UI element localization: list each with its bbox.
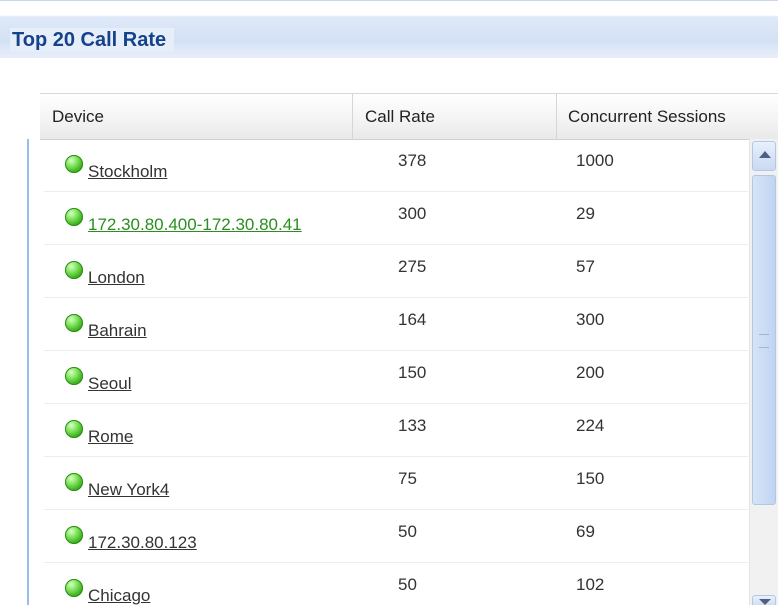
- device-link[interactable]: Rome: [88, 427, 133, 447]
- call-rate-value: 378: [398, 151, 427, 170]
- grid-header: Device Call Rate Concurrent Sessions: [40, 93, 778, 140]
- concurrent-sessions-value: 300: [576, 310, 605, 329]
- concurrent-sessions-value: 69: [576, 522, 595, 541]
- concurrent-sessions-value: 1000: [576, 151, 614, 170]
- device-link[interactable]: 172.30.80.123: [88, 533, 197, 553]
- call-rate-value: 164: [398, 310, 427, 329]
- scroll-down-button[interactable]: [752, 595, 776, 605]
- status-online-icon: [65, 579, 83, 597]
- status-online-icon: [65, 420, 83, 438]
- status-online-icon: [65, 261, 83, 279]
- table-row[interactable]: Seoul 150 200: [44, 351, 748, 404]
- call-rate-value: 133: [398, 416, 427, 435]
- status-online-icon: [65, 155, 83, 173]
- grid-left-border: [27, 139, 29, 605]
- column-header-call-rate[interactable]: Call Rate: [353, 94, 557, 139]
- table-row[interactable]: Chicago 50 102: [44, 563, 748, 605]
- table-row[interactable]: New York4 75 150: [44, 457, 748, 510]
- table-row[interactable]: London 275 57: [44, 245, 748, 298]
- call-rate-value: 300: [398, 204, 427, 223]
- status-online-icon: [65, 473, 83, 491]
- device-link[interactable]: London: [88, 268, 145, 288]
- scrollbar-thumb[interactable]: [752, 175, 776, 505]
- call-rate-value: 50: [398, 522, 417, 541]
- grip-icon: [759, 334, 769, 348]
- call-rate-value: 275: [398, 257, 427, 276]
- status-online-icon: [65, 314, 83, 332]
- concurrent-sessions-value: 29: [576, 204, 595, 223]
- chevron-down-icon: [759, 599, 771, 605]
- status-online-icon: [65, 367, 83, 385]
- chevron-up-icon: [759, 151, 771, 158]
- device-link[interactable]: 172.30.80.400-172.30.80.41: [88, 215, 302, 235]
- column-header-concurrent-sessions[interactable]: Concurrent Sessions: [557, 94, 778, 139]
- device-link[interactable]: Bahrain: [88, 321, 147, 341]
- device-link[interactable]: Seoul: [88, 374, 131, 394]
- call-rate-value: 150: [398, 363, 427, 382]
- table-row[interactable]: Bahrain 164 300: [44, 298, 748, 351]
- column-header-device[interactable]: Device: [40, 94, 353, 139]
- top-call-rate-panel: Top 20 Call Rate Device Call Rate Concur…: [0, 0, 778, 605]
- scroll-up-button[interactable]: [752, 141, 776, 171]
- panel-title: Top 20 Call Rate: [10, 28, 175, 52]
- panel-header: Top 20 Call Rate: [0, 0, 778, 59]
- vertical-scrollbar[interactable]: [749, 139, 778, 605]
- concurrent-sessions-value: 102: [576, 575, 605, 594]
- table-row[interactable]: Rome 133 224: [44, 404, 748, 457]
- device-link[interactable]: Chicago: [88, 586, 150, 605]
- table-row[interactable]: Stockholm 378 1000: [44, 139, 748, 192]
- concurrent-sessions-value: 150: [576, 469, 605, 488]
- device-link[interactable]: Stockholm: [88, 162, 167, 182]
- call-rate-value: 50: [398, 575, 417, 594]
- status-online-icon: [65, 526, 83, 544]
- table-row[interactable]: 172.30.80.400-172.30.80.41 300 29: [44, 192, 748, 245]
- status-online-icon: [65, 208, 83, 226]
- call-rate-value: 75: [398, 469, 417, 488]
- grid-body: Stockholm 378 1000 172.30.80.400-172.30.…: [44, 139, 748, 605]
- device-link[interactable]: New York4: [88, 480, 169, 500]
- concurrent-sessions-value: 200: [576, 363, 605, 382]
- concurrent-sessions-value: 57: [576, 257, 595, 276]
- concurrent-sessions-value: 224: [576, 416, 605, 435]
- table-row[interactable]: 172.30.80.123 50 69: [44, 510, 748, 563]
